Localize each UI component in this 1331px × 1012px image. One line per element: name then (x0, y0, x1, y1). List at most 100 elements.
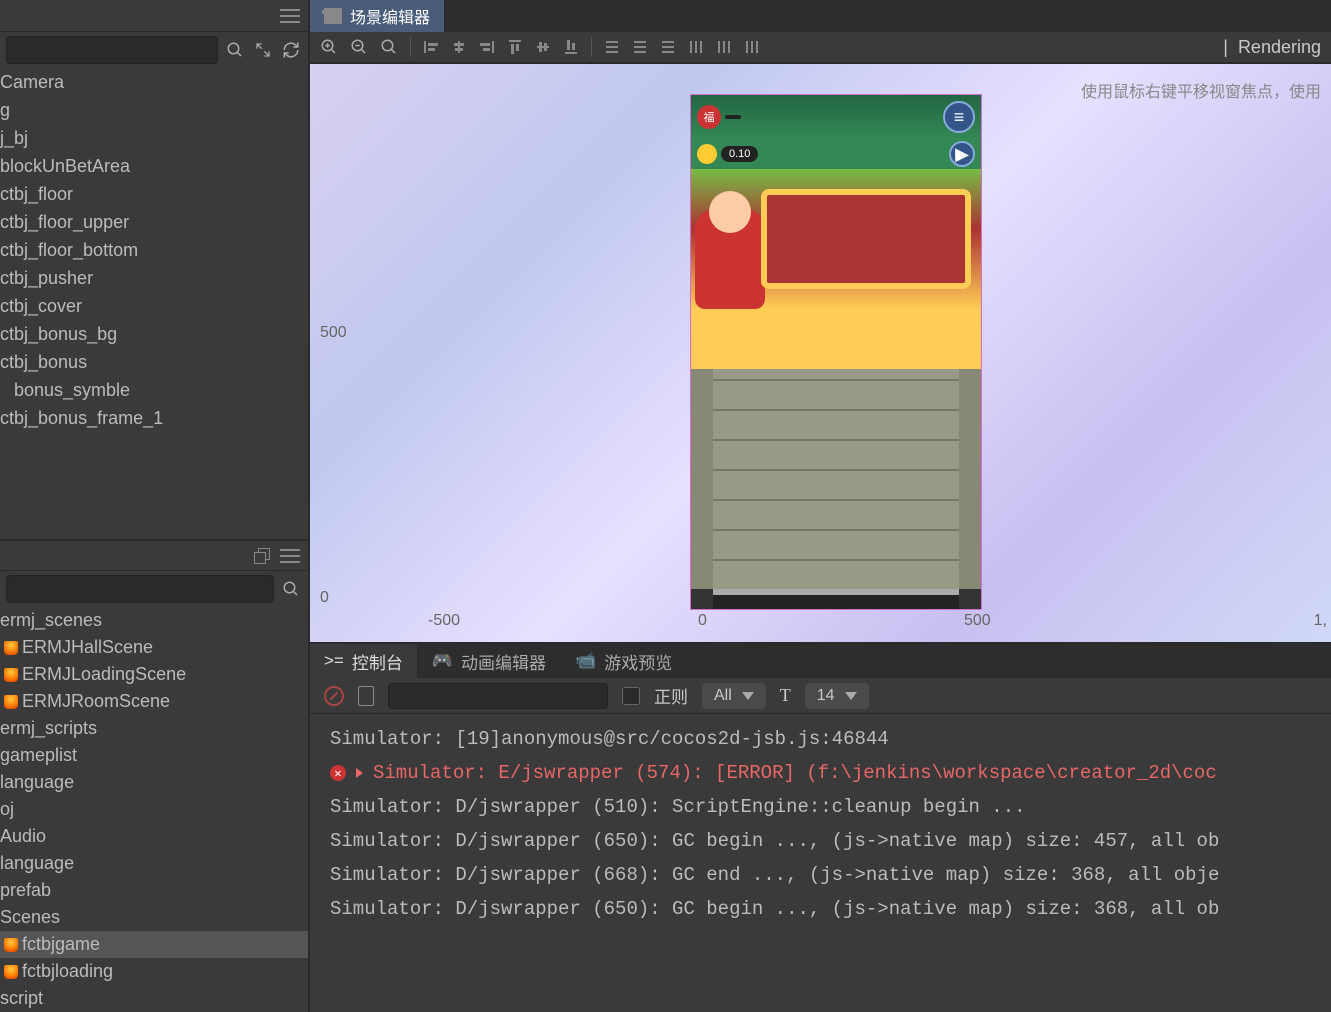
game-badge: 福 (697, 105, 721, 129)
game-hud: 福 ≡ (691, 95, 981, 139)
animation-tab-icon: 🎮 (432, 651, 453, 671)
bottom-tabs: >= 控制台 🎮 动画编辑器 📹 游戏预览 (310, 644, 1331, 678)
console-tab-label: 控制台 (352, 649, 403, 674)
game-character (695, 209, 765, 309)
distribute-3-icon[interactable] (660, 39, 676, 55)
asset-item[interactable]: prefab (0, 877, 308, 904)
scene-editor-tab[interactable]: 场景编辑器 (310, 0, 445, 32)
align-1-icon[interactable] (423, 39, 439, 55)
ruler-x-0: 0 (698, 612, 707, 630)
asset-item[interactable]: Scenes (0, 904, 308, 931)
distribute-1-icon[interactable] (604, 39, 620, 55)
asset-item[interactable]: ERMJLoadingScene (0, 661, 308, 688)
regex-label: 正则 (654, 683, 688, 708)
log-line: Simulator: D/jswrapper (668): GC end ...… (310, 858, 1331, 892)
align-2-icon[interactable] (451, 39, 467, 55)
assets-menu-icon[interactable] (280, 549, 300, 563)
align-4-icon[interactable] (507, 39, 523, 55)
hierarchy-item[interactable]: ctbj_floor (0, 180, 308, 208)
asset-item[interactable]: language (0, 850, 308, 877)
console-tab-icon: >= (324, 651, 344, 671)
assets-search-icon[interactable] (280, 578, 302, 600)
chevron-down-icon (845, 692, 857, 700)
zoom-in-icon[interactable] (320, 38, 338, 56)
hierarchy-item[interactable]: ctbj_bonus_frame_1 (0, 404, 308, 432)
assets-search-row (0, 571, 308, 607)
hierarchy-item[interactable]: blockUnBetArea (0, 152, 308, 180)
hierarchy-item[interactable]: bonus_symble (0, 376, 308, 404)
asset-item[interactable]: ermj_scripts (0, 715, 308, 742)
log-line: Simulator: D/jswrapper (650): GC begin .… (310, 824, 1331, 858)
game-floor (691, 369, 981, 589)
hierarchy-item[interactable]: ctbj_floor_upper (0, 208, 308, 236)
console-tab[interactable]: >= 控制台 (310, 644, 418, 678)
console-search-input[interactable] (388, 683, 608, 709)
asset-item[interactable]: Audio (0, 823, 308, 850)
console-output[interactable]: Simulator: [19]anonymous@src/cocos2d-jsb… (310, 714, 1331, 1012)
hierarchy-item[interactable]: ctbj_bonus (0, 348, 308, 376)
zoom-out-icon[interactable] (350, 38, 368, 56)
game-coin-value: 0.10 (721, 146, 758, 162)
hierarchy-list[interactable]: Cameragj_bjblockUnBetAreactbj_floorctbj_… (0, 68, 308, 539)
open-log-icon[interactable] (358, 686, 374, 706)
animation-tab-label: 动画编辑器 (461, 649, 546, 674)
asset-item[interactable]: fctbjloading (0, 958, 308, 985)
search-icon[interactable] (224, 39, 246, 61)
hierarchy-item[interactable]: ctbj_floor_bottom (0, 236, 308, 264)
chevron-down-icon (742, 692, 754, 700)
asset-item[interactable]: oj (0, 796, 308, 823)
distribute-2-icon[interactable] (632, 39, 648, 55)
preview-tab-label: 游戏预览 (604, 649, 672, 674)
preview-tab[interactable]: 📹 游戏预览 (561, 644, 687, 678)
asset-item[interactable]: gameplist (0, 742, 308, 769)
hierarchy-search-input[interactable] (6, 36, 218, 64)
animation-tab[interactable]: 🎮 动画编辑器 (418, 644, 561, 678)
copy-icon[interactable] (254, 548, 270, 564)
distribute-4-icon[interactable] (688, 39, 704, 55)
asset-item[interactable]: ERMJRoomScene (0, 688, 308, 715)
coin-icon (697, 144, 717, 164)
error-icon: ✕ (330, 765, 346, 781)
log-filter-select[interactable]: All (702, 683, 766, 709)
asset-item[interactable]: fctbjgame (0, 931, 308, 958)
canvas-hint: 使用鼠标右键平移视窗焦点，使用 (1081, 78, 1321, 102)
asset-item[interactable]: language (0, 769, 308, 796)
bottom-panel: >= 控制台 🎮 动画编辑器 📹 游戏预览 正则 A (310, 642, 1331, 1012)
fontsize-select[interactable]: 14 (805, 683, 869, 709)
distribute-6-icon[interactable] (744, 39, 760, 55)
asset-item[interactable]: ermj_scenes (0, 607, 308, 634)
asset-item[interactable]: script (0, 985, 308, 1012)
asset-item[interactable]: ERMJHallScene (0, 634, 308, 661)
assets-search-input[interactable] (6, 575, 274, 603)
collapse-icon[interactable] (252, 39, 274, 61)
game-menu-icon: ≡ (943, 101, 975, 133)
expand-icon[interactable] (356, 768, 363, 778)
tab-label: 场景编辑器 (350, 4, 430, 28)
hierarchy-item[interactable]: g (0, 96, 308, 124)
rendering-label[interactable]: Rendering (1238, 37, 1321, 58)
ruler-y-500: 500 (320, 324, 347, 342)
ruler-y-0: 0 (320, 589, 329, 607)
preview-tab-icon: 📹 (575, 651, 596, 671)
hierarchy-item[interactable]: ctbj_bonus_bg (0, 320, 308, 348)
distribute-5-icon[interactable] (716, 39, 732, 55)
align-3-icon[interactable] (479, 39, 495, 55)
regex-checkbox[interactable] (622, 687, 640, 705)
menu-icon[interactable] (280, 9, 300, 23)
game-preview[interactable]: 福 ≡ 0.10 ▶ (690, 94, 982, 610)
align-6-icon[interactable] (563, 39, 579, 55)
scene-canvas[interactable]: 使用鼠标右键平移视窗焦点，使用 500 0 -500 0 500 1, 福 ≡ … (310, 64, 1331, 642)
hierarchy-item[interactable]: ctbj_pusher (0, 264, 308, 292)
assets-list[interactable]: ermj_scenesERMJHallSceneERMJLoadingScene… (0, 607, 308, 1012)
clear-console-icon[interactable] (324, 686, 344, 706)
hierarchy-item[interactable]: ctbj_cover (0, 292, 308, 320)
hierarchy-item[interactable]: Camera (0, 68, 308, 96)
ruler-x-500: 500 (964, 612, 991, 630)
align-5-icon[interactable] (535, 39, 551, 55)
log-line: Simulator: D/jswrapper (650): GC begin .… (310, 892, 1331, 926)
refresh-icon[interactable] (280, 39, 302, 61)
hierarchy-item[interactable]: j_bj (0, 124, 308, 152)
zoom-icon[interactable] (380, 38, 398, 56)
log-line: Simulator: [19]anonymous@src/cocos2d-jsb… (310, 722, 1331, 756)
right-panel: 场景编辑器 (310, 0, 1331, 1012)
